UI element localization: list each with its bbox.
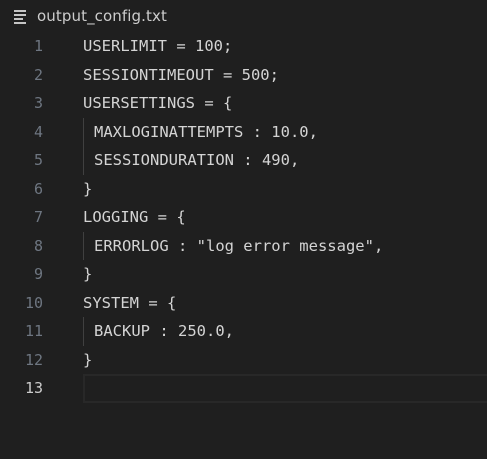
indent-guide: [83, 146, 84, 175]
code-line[interactable]: 8 ERRORLOG : "log error message",: [0, 231, 487, 260]
code-line[interactable]: 9 }: [0, 260, 487, 289]
code-line[interactable]: 10 SYSTEM = {: [0, 289, 487, 318]
code-line[interactable]: 1 USERLIMIT = 100;: [0, 32, 487, 61]
line-text[interactable]: SYSTEM = {: [83, 294, 176, 312]
current-code-line[interactable]: 13: [0, 374, 487, 403]
code-line[interactable]: 2 SESSIONTIMEOUT = 500;: [0, 61, 487, 90]
line-number: 5: [33, 151, 43, 170]
indent-guide: [83, 317, 84, 346]
code-line[interactable]: 11 BACKUP : 250.0,: [0, 317, 487, 346]
line-text[interactable]: SESSIONDURATION : 490,: [94, 151, 299, 169]
line-number: 12: [24, 350, 43, 369]
line-number: 1: [33, 37, 43, 56]
line-text[interactable]: }: [83, 351, 92, 369]
code-line[interactable]: 3 USERSETTINGS = {: [0, 89, 487, 118]
indent-guide: [83, 117, 84, 146]
code-line[interactable]: 5 SESSIONDURATION : 490,: [0, 146, 487, 175]
line-text[interactable]: USERSETTINGS = {: [83, 94, 232, 112]
lines-file-icon: [14, 9, 28, 24]
code-line[interactable]: 4 MAXLOGINATTEMPTS : 10.0,: [0, 117, 487, 146]
line-text[interactable]: USERLIMIT = 100;: [83, 37, 232, 55]
line-text[interactable]: SESSIONTIMEOUT = 500;: [83, 66, 279, 84]
line-number: 9: [33, 265, 43, 284]
line-number: 2: [33, 65, 43, 84]
line-number: 6: [33, 179, 43, 198]
current-line-highlight: [83, 374, 487, 403]
line-number: 11: [24, 322, 43, 341]
active-line-number: 13: [24, 379, 43, 398]
line-number: 3: [33, 94, 43, 113]
indent-guide: [83, 231, 84, 260]
line-text[interactable]: }: [83, 265, 92, 283]
text-editor[interactable]: output_config.txt 1 USERLIMIT = 100; 2 S…: [0, 0, 487, 459]
code-area[interactable]: 1 USERLIMIT = 100; 2 SESSIONTIMEOUT = 50…: [0, 32, 487, 403]
file-tab[interactable]: output_config.txt: [0, 0, 487, 32]
line-number: 7: [33, 208, 43, 227]
line-text[interactable]: BACKUP : 250.0,: [94, 322, 234, 340]
line-text[interactable]: }: [83, 180, 92, 198]
line-number: 4: [33, 122, 43, 141]
code-line[interactable]: 12 }: [0, 346, 487, 375]
line-text[interactable]: LOGGING = {: [83, 208, 186, 226]
line-number: 10: [24, 293, 43, 312]
file-name: output_config.txt: [37, 7, 167, 25]
line-text[interactable]: MAXLOGINATTEMPTS : 10.0,: [94, 123, 318, 141]
line-number: 8: [33, 236, 43, 255]
code-line[interactable]: 6 }: [0, 175, 487, 204]
line-text[interactable]: ERRORLOG : "log error message",: [94, 237, 383, 255]
code-line[interactable]: 7 LOGGING = {: [0, 203, 487, 232]
